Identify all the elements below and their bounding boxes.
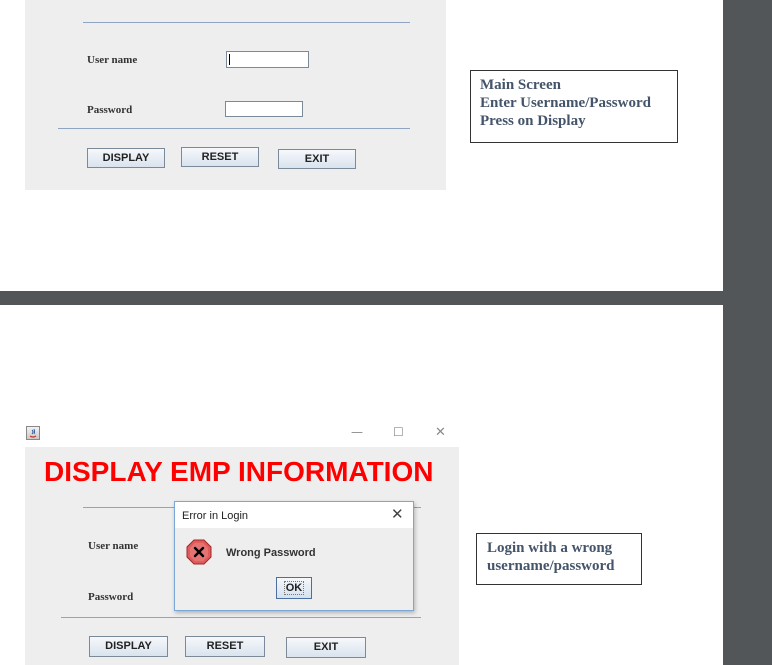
username-input[interactable] xyxy=(226,51,309,68)
login-panel: User name Password DISPLAY RESET EXIT xyxy=(25,0,446,190)
annotation-wrong-login: Login with a wrong username/password xyxy=(476,533,642,585)
password-label: Password xyxy=(87,104,133,116)
display-button[interactable]: DISPLAY xyxy=(89,636,168,657)
document-page-2: — ☐ ✕ DISPLAY EMP INFORMATION User name … xyxy=(0,305,723,665)
java-app-icon xyxy=(26,426,40,440)
reset-button[interactable]: RESET xyxy=(185,636,265,657)
text-caret xyxy=(229,54,230,65)
separator-bottom xyxy=(61,617,421,618)
error-icon xyxy=(186,539,212,570)
note-line: Login with a wrong xyxy=(487,540,613,556)
dialog-title: Error in Login xyxy=(182,510,249,522)
exit-button[interactable]: EXIT xyxy=(286,637,366,658)
error-dialog: Error in Login ✕ Wrong Password OK xyxy=(174,501,414,611)
app-title: DISPLAY EMP INFORMATION xyxy=(44,456,434,487)
annotation-main-screen: Main Screen Enter Username/Password Pres… xyxy=(470,70,678,143)
document-page-1: User name Password DISPLAY RESET EXIT Ma… xyxy=(0,0,723,291)
error-message: Wrong Password xyxy=(226,547,316,559)
minimize-icon[interactable]: — xyxy=(351,425,363,439)
note-line: username/password xyxy=(487,558,615,574)
note-line: Press on Display xyxy=(480,113,586,129)
password-input[interactable] xyxy=(225,101,303,117)
reset-button[interactable]: RESET xyxy=(181,147,259,167)
maximize-icon[interactable]: ☐ xyxy=(393,425,404,439)
focus-ring xyxy=(284,581,304,595)
ok-button[interactable]: OK xyxy=(276,577,312,599)
close-icon[interactable]: ✕ xyxy=(435,425,446,440)
note-line: Enter Username/Password xyxy=(480,95,651,111)
display-button[interactable]: DISPLAY xyxy=(87,148,165,168)
note-line: Main Screen xyxy=(480,77,561,93)
password-label: Password xyxy=(88,591,134,603)
exit-button[interactable]: EXIT xyxy=(278,149,356,169)
separator-top xyxy=(83,22,410,23)
dialog-title-bar: Error in Login ✕ xyxy=(175,502,413,528)
username-label: User name xyxy=(88,540,139,552)
username-label: User name xyxy=(87,54,138,66)
dialog-close-icon[interactable]: ✕ xyxy=(391,505,404,523)
separator-bottom xyxy=(58,128,410,129)
